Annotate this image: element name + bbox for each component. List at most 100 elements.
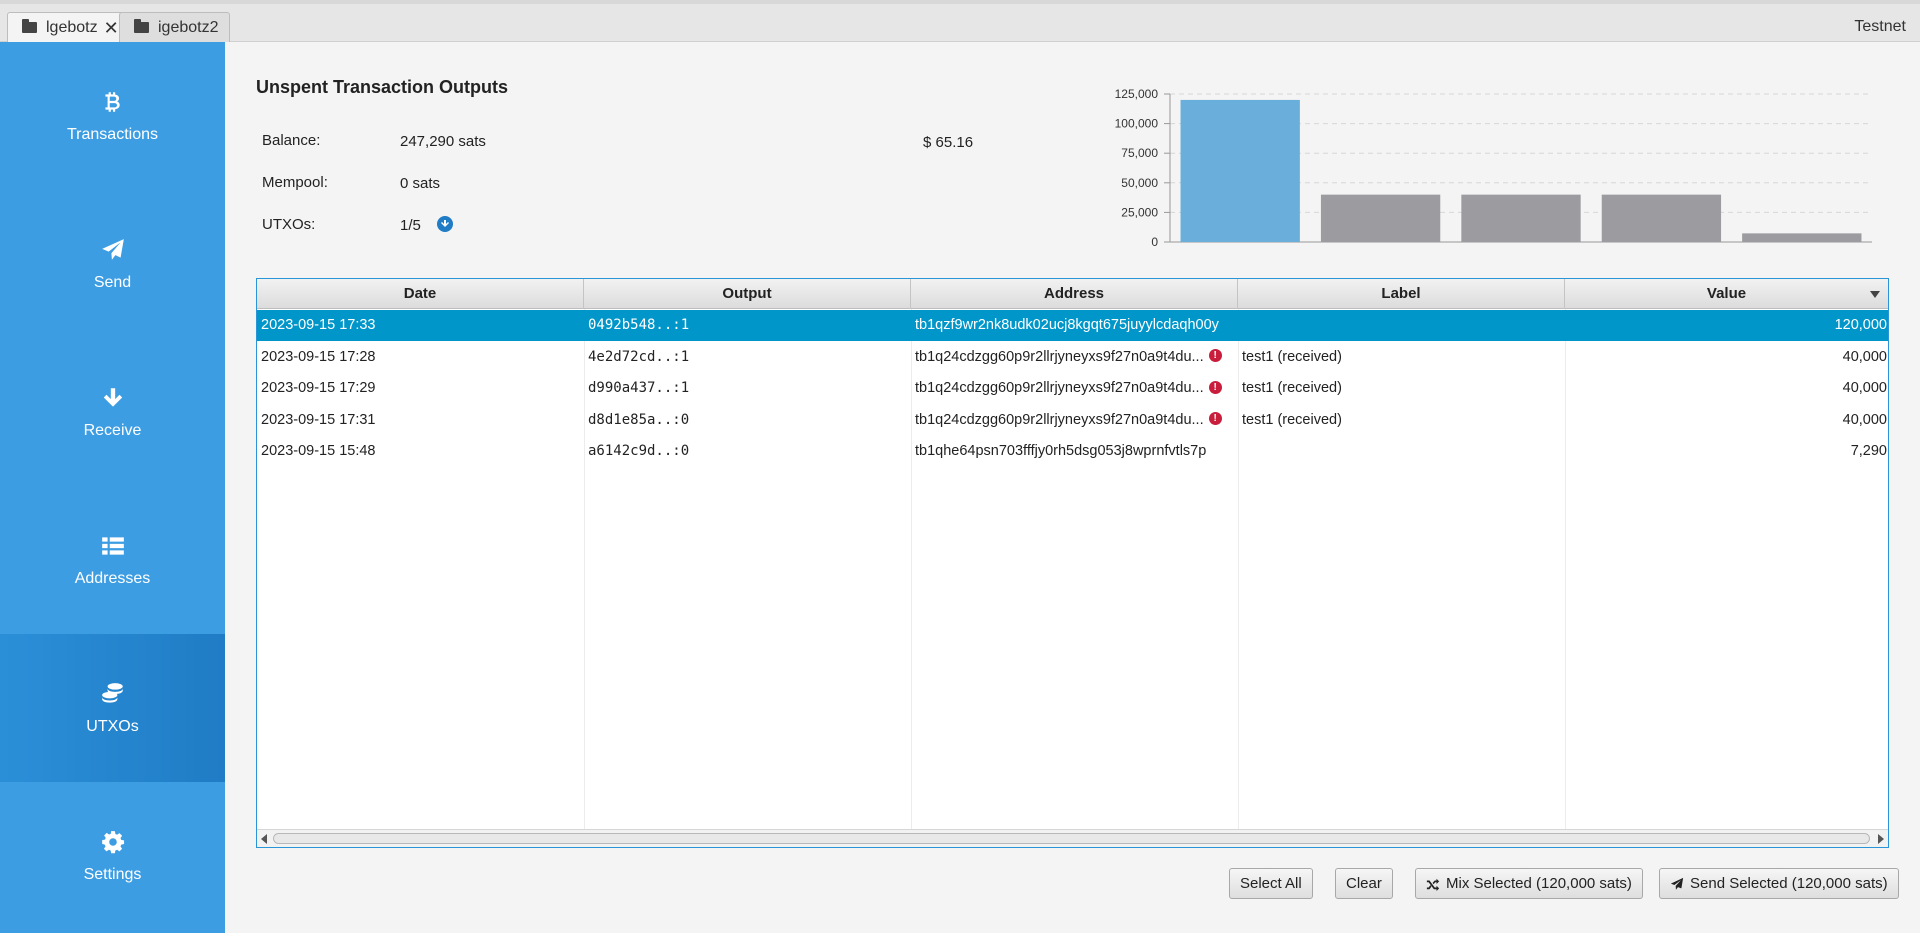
cell-output: d990a437..:1 — [588, 373, 908, 404]
chart-bar[interactable] — [1461, 194, 1581, 242]
utxos-label: UTXOs: — [262, 216, 316, 233]
arrow-down-icon — [441, 220, 449, 227]
cell-date: 2023-09-15 17:29 — [261, 373, 581, 404]
column-header-address[interactable]: Address — [911, 279, 1238, 309]
cell-label — [1242, 310, 1562, 341]
cell-address-text: tb1q24cdzgg60p9r2llrjyneyxs9f27n0a9t4du.… — [915, 348, 1204, 365]
cell-output-text: d990a437..:1 — [588, 380, 690, 396]
coins-icon — [99, 680, 127, 708]
select-all-button[interactable]: Select All — [1229, 868, 1313, 899]
gear-icon — [99, 828, 127, 856]
cell-value-text: 40,000 — [1842, 348, 1887, 365]
horizontal-scrollbar[interactable] — [257, 829, 1888, 847]
table-header: Date Output Address Label Value — [257, 279, 1888, 309]
utxos-value: 1/5 — [400, 217, 421, 234]
cell-label: test1 (received) — [1242, 373, 1562, 404]
cell-value-text: 7,290 — [1850, 443, 1887, 459]
chart-bar[interactable] — [1320, 194, 1441, 242]
cell-value: 40,000 — [1565, 373, 1887, 404]
chart-bar[interactable] — [1180, 99, 1300, 242]
cell-value-text: 40,000 — [1842, 411, 1887, 428]
balance-value: 247,290 sats — [400, 133, 486, 150]
sidebar: Transactions Send Receive Addresses UTXO… — [0, 42, 225, 933]
scrollbar-thumb[interactable] — [273, 833, 1870, 844]
chart-bar[interactable] — [1742, 233, 1862, 242]
sidebar-item-receive[interactable]: Receive — [0, 338, 225, 486]
column-header-value-label: Value — [1706, 285, 1747, 302]
close-icon[interactable]: ✕ — [104, 19, 119, 37]
sidebar-item-utxos[interactable]: UTXOs — [0, 634, 225, 782]
cell-output: 0492b548..:1 — [588, 310, 908, 341]
list-icon — [99, 532, 127, 560]
cell-date-text: 2023-09-15 17:31 — [261, 411, 376, 428]
table-row[interactable]: 2023-09-15 17:31 d8d1e85a..:0 tb1q24cdzgg6… — [257, 405, 1888, 436]
cell-address-text: tb1q24cdzgg60p9r2llrjyneyxs9f27n0a9t4du.… — [915, 380, 1204, 396]
cell-date: 2023-09-15 15:48 — [261, 436, 581, 467]
column-header-value[interactable]: Value — [1565, 279, 1888, 309]
table-row[interactable]: 2023-09-15 17:29 d990a437..:1 tb1q24cdzgg6… — [257, 373, 1888, 404]
wallet-tab-igebotz2[interactable]: igebotz2 — [119, 12, 230, 42]
cell-date-text: 2023-09-15 17:29 — [261, 380, 376, 396]
paper-plane-icon — [99, 236, 127, 264]
wallet-tab-label: lgebotz — [46, 18, 98, 36]
sidebar-item-settings[interactable]: Settings — [0, 782, 225, 930]
column-header-output[interactable]: Output — [584, 279, 911, 309]
sidebar-item-label: Receive — [83, 422, 142, 439]
wallet-tab-label: igebotz2 — [158, 18, 219, 36]
cell-address: tb1q24cdzgg60p9r2llrjyneyxs9f27n0a9t4du.… — [915, 373, 1237, 404]
network-label: Testnet — [1854, 18, 1906, 35]
sidebar-item-label: Send — [93, 274, 132, 291]
utxo-table: Date Output Address Label Value 2023-09-… — [256, 278, 1889, 848]
cell-output-text: 0492b548..:1 — [588, 317, 690, 333]
shuffle-icon — [1426, 878, 1440, 891]
mempool-label: Mempool: — [262, 174, 328, 191]
cell-address: tb1qzf9wr2nk8udk02ucj8kgqt675juyylcdaqh0… — [915, 310, 1237, 341]
send-selected-button[interactable]: Send Selected (120,000 sats) — [1659, 868, 1899, 899]
cell-date: 2023-09-15 17:33 — [261, 310, 581, 341]
send-selected-label: Send Selected (120,000 sats) — [1690, 875, 1888, 892]
cell-address: tb1q24cdzgg60p9r2llrjyneyxs9f27n0a9t4du.… — [915, 342, 1237, 373]
y-tick-label: 75,000 — [1121, 146, 1158, 160]
sidebar-item-label: Settings — [83, 866, 142, 883]
sidebar-item-label: Addresses — [74, 570, 151, 587]
mix-selected-button[interactable]: Mix Selected (120,000 sats) — [1415, 868, 1643, 899]
cell-address-text: tb1qzf9wr2nk8udk02ucj8kgqt675juyylcdaqh0… — [915, 317, 1219, 333]
cell-address-text: tb1q24cdzgg60p9r2llrjyneyxs9f27n0a9t4du.… — [915, 411, 1204, 428]
cell-value: 7,290 — [1565, 436, 1887, 467]
cell-date: 2023-09-15 17:31 — [261, 405, 581, 436]
cell-date: 2023-09-15 17:28 — [261, 342, 581, 373]
sidebar-item-addresses[interactable]: Addresses — [0, 486, 225, 634]
arrow-down-icon — [99, 384, 127, 412]
scroll-right-icon[interactable] — [1878, 834, 1884, 844]
cell-output: 4e2d72cd..:1 — [588, 342, 908, 373]
mix-selected-label: Mix Selected (120,000 sats) — [1446, 875, 1632, 892]
clear-button[interactable]: Clear — [1335, 868, 1393, 899]
scroll-left-icon[interactable] — [261, 834, 267, 844]
cell-label-text: test1 (received) — [1242, 380, 1342, 396]
wallet-tab-lgebotz[interactable]: lgebotz ✕ — [7, 12, 130, 42]
cell-value-text: 120,000 — [1834, 317, 1887, 333]
warning-icon: ! — [1208, 380, 1222, 394]
cell-address: tb1q24cdzgg60p9r2llrjyneyxs9f27n0a9t4du.… — [915, 405, 1237, 436]
utxo-download-button[interactable] — [437, 216, 453, 232]
y-tick-label: 125,000 — [1115, 87, 1159, 101]
page-title: Unspent Transaction Outputs — [256, 77, 509, 97]
cell-date-text: 2023-09-15 17:33 — [261, 317, 376, 333]
warning-icon: ! — [1208, 349, 1222, 363]
cell-address-text: tb1qhe64psn703fffjy0rh5dsg053j8wprnfvtls… — [915, 443, 1207, 459]
column-header-date[interactable]: Date — [257, 279, 584, 309]
sidebar-item-transactions[interactable]: Transactions — [0, 42, 225, 190]
column-header-label[interactable]: Label — [1238, 279, 1565, 309]
balance-label: Balance: — [262, 132, 321, 149]
table-row[interactable]: 2023-09-15 17:33 0492b548..:1 tb1qzf9wr2nk… — [257, 310, 1888, 341]
chart-bar[interactable] — [1601, 194, 1722, 242]
sidebar-item-send[interactable]: Send — [0, 190, 225, 338]
bitcoin-icon — [99, 88, 127, 116]
utxo-value-chart: 0 25,000 50,000 75,000 100,000 125,000 — [1115, 87, 1872, 249]
table-row[interactable]: 2023-09-15 17:28 4e2d72cd..:1 tb1q24cdzgg6… — [257, 342, 1888, 373]
table-row[interactable]: 2023-09-15 15:48 a6142c9d..:0 tb1qhe64psn7… — [257, 436, 1888, 467]
cell-label-text: test1 (received) — [1242, 348, 1342, 365]
cell-output-text: d8d1e85a..:0 — [588, 411, 690, 428]
sidebar-item-label: UTXOs — [86, 718, 139, 735]
wallet-icon — [22, 19, 37, 33]
